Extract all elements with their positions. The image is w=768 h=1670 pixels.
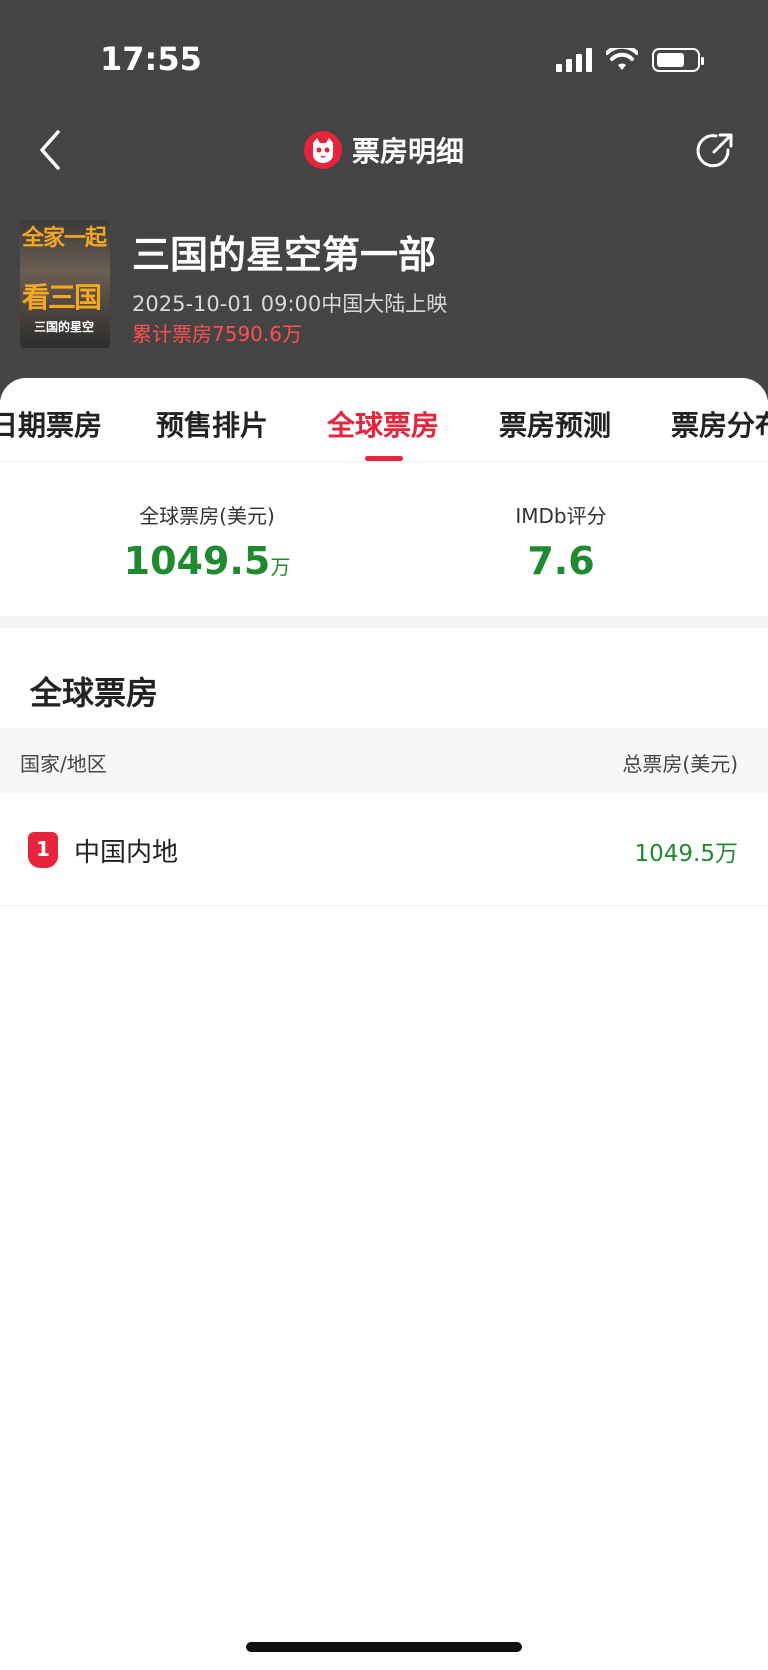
movie-release-info: 2025-10-01 09:00中国大陆上映 (132, 292, 448, 316)
poster-text-line2: 看三国 (22, 281, 102, 314)
cat-logo-icon (303, 131, 342, 169)
status-time: 17:55 (100, 40, 202, 78)
wifi-icon (606, 48, 638, 70)
status-icons (556, 48, 704, 72)
tab-bar: 日期票房 预售排片 全球票房 票房预测 票房分布 (0, 378, 768, 462)
stat-imdb-rating: IMDb评分 7.6 (411, 500, 711, 583)
home-indicator[interactable] (246, 1642, 522, 1652)
stat-global-unit: 万 (270, 555, 291, 579)
tab-presale-schedule[interactable]: 预售排片 (156, 404, 268, 444)
active-tab-indicator (365, 456, 403, 461)
column-header-region: 国家/地区 (20, 752, 107, 776)
stat-imdb-label: IMDb评分 (515, 504, 607, 528)
battery-icon (652, 48, 704, 72)
content-sheet: 日期票房 预售排片 全球票房 票房预测 票房分布 全球票房(美元) 1049.5… (0, 378, 768, 1670)
tab-box-office-distribution[interactable]: 票房分布 (671, 404, 768, 444)
nav-title: 票房明细 (0, 130, 768, 170)
stat-global-box-office: 全球票房(美元) 1049.5万 (57, 500, 357, 583)
rank-badge: 1 (28, 832, 58, 868)
row-region: 中国内地 (74, 838, 179, 868)
table-row[interactable]: 1 中国内地 1049.5万 (0, 794, 768, 906)
cumulative-box-office: 累计票房7590.6万 (132, 322, 302, 346)
tab-box-office-forecast[interactable]: 票房预测 (499, 404, 611, 444)
section-title: 全球票房 (30, 674, 159, 712)
signal-icon (556, 48, 592, 72)
movie-title: 三国的星空第一部 (132, 233, 437, 277)
movie-poster[interactable]: 全家一起 看三国 三国的星空 (20, 220, 110, 348)
column-header-total: 总票房(美元) (622, 752, 738, 776)
stat-global-label: 全球票房(美元) (139, 504, 275, 528)
tab-global-box-office[interactable]: 全球票房 (327, 404, 439, 444)
share-icon[interactable] (692, 128, 738, 174)
table-header: 国家/地区 总票房(美元) (0, 728, 768, 794)
section-divider (0, 616, 768, 628)
stat-imdb-value: 7.6 (527, 539, 595, 583)
page-title: 票房明细 (351, 135, 464, 168)
row-total: 1049.5万 (634, 841, 738, 867)
stat-global-value: 1049.5万 (57, 539, 357, 583)
header: 17:55 票房明细 全家一起 看三国 三国的星空 三国的星空第一部 2025-… (0, 0, 768, 400)
stat-global-number: 1049.5 (123, 539, 271, 583)
poster-text-line1: 全家一起 (22, 226, 107, 251)
poster-text-line3: 三国的星空 (34, 320, 95, 334)
tab-daily-box-office[interactable]: 日期票房 (0, 404, 102, 444)
